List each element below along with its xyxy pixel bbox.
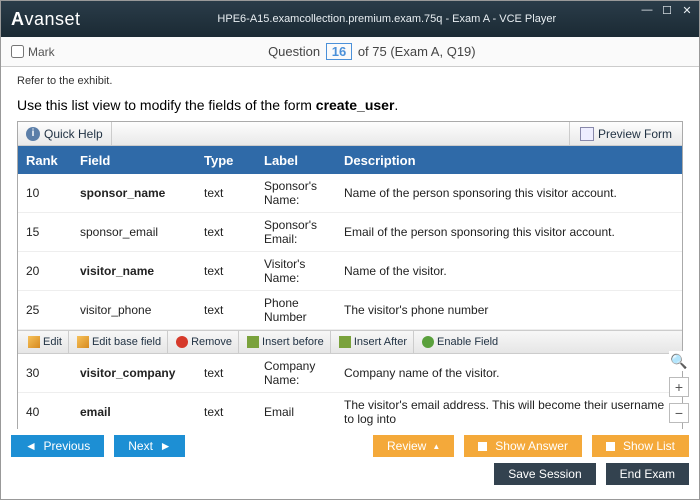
minimize-icon[interactable]: — [639,3,655,17]
cell-label: Phone Number [264,296,344,324]
form-fields-panel: i Quick Help Preview Form Rank Field Typ… [17,121,683,429]
col-header-desc: Description [344,153,682,168]
edit-base-field-button[interactable]: Edit base field [71,331,168,353]
cell-rank: 25 [18,303,80,317]
cell-rank: 15 [18,225,80,239]
table-row[interactable]: 40emailtextEmailThe visitor's email addr… [18,393,682,429]
cell-type: text [204,366,264,380]
square-icon [478,442,487,451]
cell-field: visitor_phone [80,303,204,317]
cell-label: Visitor's Name: [264,257,344,285]
next-button[interactable]: Next ► [114,435,185,457]
cell-field: sponsor_email [80,225,204,239]
title-bar: AAvansetvanset HPE6-A15.examcollection.p… [1,1,699,37]
edit-button[interactable]: Edit [22,331,69,353]
cell-field: email [80,405,204,419]
maximize-icon[interactable]: ☐ [659,3,675,17]
pencil-icon [28,336,40,348]
cell-label: Company Name: [264,359,344,387]
mark-checkbox-label[interactable]: Mark [11,45,55,59]
window-title: HPE6-A15.examcollection.premium.exam.75q… [81,13,693,25]
cell-type: text [204,264,264,278]
mark-label: Mark [28,45,55,59]
check-icon [422,336,434,348]
cell-field: sponsor_name [80,186,204,200]
info-icon: i [26,127,40,141]
row-action-bar: Edit Edit base field Remove Insert befor… [18,330,682,354]
cell-label: Sponsor's Email: [264,218,344,246]
cell-rank: 30 [18,366,80,380]
preview-form-link[interactable]: Preview Form [569,122,682,145]
mark-checkbox[interactable] [11,45,24,58]
question-bar: Mark Question 16 of 75 (Exam A, Q19) [1,37,699,67]
table-row[interactable]: 10sponsor_nametextSponsor's Name:Name of… [18,174,682,213]
cell-type: text [204,405,264,419]
col-header-field: Field [80,153,204,168]
cell-type: text [204,186,264,200]
insert-before-button[interactable]: Insert before [241,331,331,353]
cell-field: visitor_name [80,264,204,278]
table-row[interactable]: 15sponsor_emailtextSponsor's Email:Email… [18,213,682,252]
insert-icon [339,336,351,348]
question-number: 16 [326,43,352,60]
quick-help-link[interactable]: i Quick Help [18,122,112,145]
footer-bar: ◄ Previous Next ► Review▲ Show Answer Sh… [1,429,699,499]
cell-rank: 20 [18,264,80,278]
col-header-type: Type [204,153,264,168]
end-exam-button[interactable]: End Exam [606,463,689,485]
cell-desc: The visitor's phone number [344,303,682,317]
cell-desc: Company name of the visitor. [344,366,682,380]
cell-desc: The visitor's email address. This will b… [344,398,682,426]
cell-desc: Email of the person sponsoring this visi… [344,225,682,239]
insert-after-button[interactable]: Insert After [333,331,414,353]
show-list-button[interactable]: Show List [592,435,689,457]
question-indicator: Question 16 of 75 (Exam A, Q19) [55,43,689,60]
previous-button[interactable]: ◄ Previous [11,435,104,457]
zoom-controls: 🔍 + − [669,351,689,423]
panel-toolbar: i Quick Help Preview Form [18,122,682,146]
table-row[interactable]: 25visitor_phonetextPhone NumberThe visit… [18,291,682,330]
square-icon [606,442,615,451]
table-row[interactable]: 30visitor_companytextCompany Name:Compan… [18,354,682,393]
zoom-in-button[interactable]: + [669,377,689,397]
zoom-out-button[interactable]: − [669,403,689,423]
insert-icon [247,336,259,348]
cell-type: text [204,225,264,239]
app-logo: AAvansetvanset [7,9,81,30]
cell-type: text [204,303,264,317]
save-session-button[interactable]: Save Session [494,463,595,485]
content-area: Refer to the exhibit. Use this list view… [1,67,699,429]
cell-label: Sponsor's Name: [264,179,344,207]
cell-rank: 10 [18,186,80,200]
remove-button[interactable]: Remove [170,331,239,353]
enable-field-button[interactable]: Enable Field [416,331,504,353]
show-answer-button[interactable]: Show Answer [464,435,582,457]
cell-label: Email [264,405,344,419]
pencil-icon [77,336,89,348]
form-icon [580,127,594,141]
table-header: Rank Field Type Label Description [18,146,682,174]
close-icon[interactable]: ✕ [679,3,695,17]
col-header-label: Label [264,153,344,168]
table-row[interactable]: 20visitor_nametextVisitor's Name:Name of… [18,252,682,291]
app-window: AAvansetvanset HPE6-A15.examcollection.p… [0,0,700,500]
remove-icon [176,336,188,348]
cell-desc: Name of the visitor. [344,264,682,278]
cell-field: visitor_company [80,366,204,380]
cell-desc: Name of the person sponsoring this visit… [344,186,682,200]
magnifier-icon[interactable]: 🔍 [669,351,689,371]
cell-rank: 40 [18,405,80,419]
exhibit-reference: Refer to the exhibit. [17,75,683,87]
instruction-text: Use this list view to modify the fields … [17,97,683,113]
col-header-rank: Rank [18,153,80,168]
review-button[interactable]: Review▲ [373,435,454,457]
